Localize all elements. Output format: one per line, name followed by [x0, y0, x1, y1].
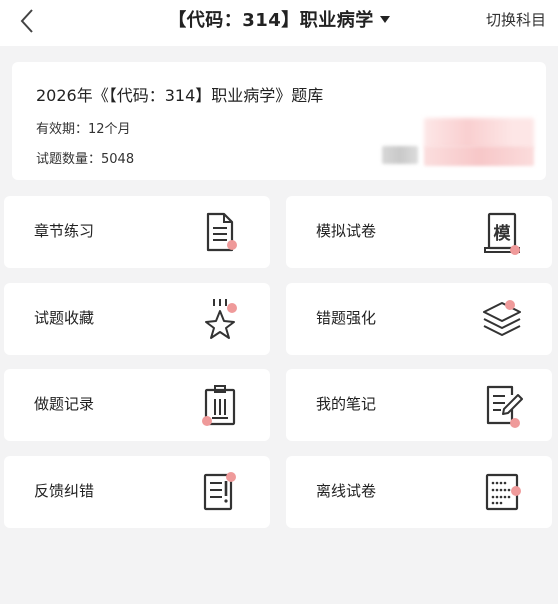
tile-label: 章节练习 — [34, 222, 95, 240]
tile-label: 错题强化 — [316, 309, 377, 327]
tile-chapter-practice[interactable]: 章节练习 — [4, 196, 270, 268]
bank-title: 2026年《【代码：314】职业病学》题库 — [36, 86, 324, 105]
tile-label: 试题收藏 — [34, 309, 95, 327]
offline-paper-icon — [485, 473, 521, 511]
blurred-region — [382, 146, 418, 164]
tile-favorites[interactable]: 试题收藏 — [4, 283, 270, 355]
tile-label: 模拟试卷 — [316, 222, 377, 240]
document-icon — [206, 212, 237, 252]
blurred-region — [424, 118, 534, 148]
scroll-exam-icon: 模 — [484, 212, 520, 255]
svg-text:模: 模 — [494, 223, 512, 244]
tile-my-notes[interactable]: 我的笔记 — [286, 369, 552, 441]
top-bar: 【代码：314】职业病学 切换科目 — [0, 0, 558, 46]
page-title: 【代码：314】职业病学 — [168, 10, 374, 31]
blurred-region — [424, 146, 534, 166]
tile-label: 反馈纠错 — [34, 482, 95, 500]
caret-down-icon — [379, 15, 390, 23]
tile-feedback[interactable]: 反馈纠错 — [4, 456, 270, 528]
tile-mock-exam[interactable]: 模拟试卷 模 — [286, 196, 552, 268]
question-count-text: 试题数量：5048 — [36, 152, 135, 167]
clipboard-icon — [202, 385, 236, 426]
switch-subject-button[interactable]: 切换科目 — [486, 9, 546, 30]
tile-label: 离线试卷 — [316, 482, 377, 500]
note-edit-icon — [486, 385, 523, 428]
star-icon — [205, 299, 237, 339]
tile-wrong-questions[interactable]: 错题强化 — [286, 283, 552, 355]
validity-text: 有效期：12个月 — [36, 122, 131, 137]
tile-practice-history[interactable]: 做题记录 — [4, 369, 270, 441]
layers-icon — [483, 300, 521, 336]
tile-label: 我的笔记 — [316, 395, 377, 413]
tile-label: 做题记录 — [34, 395, 95, 413]
feedback-icon — [203, 472, 236, 511]
question-bank-card: 2026年《【代码：314】职业病学》题库 有效期：12个月 试题数量：5048 — [12, 62, 546, 180]
tile-offline-exam[interactable]: 离线试卷 — [286, 456, 552, 528]
subject-selector[interactable]: 【代码：314】职业病学 — [0, 0, 558, 38]
